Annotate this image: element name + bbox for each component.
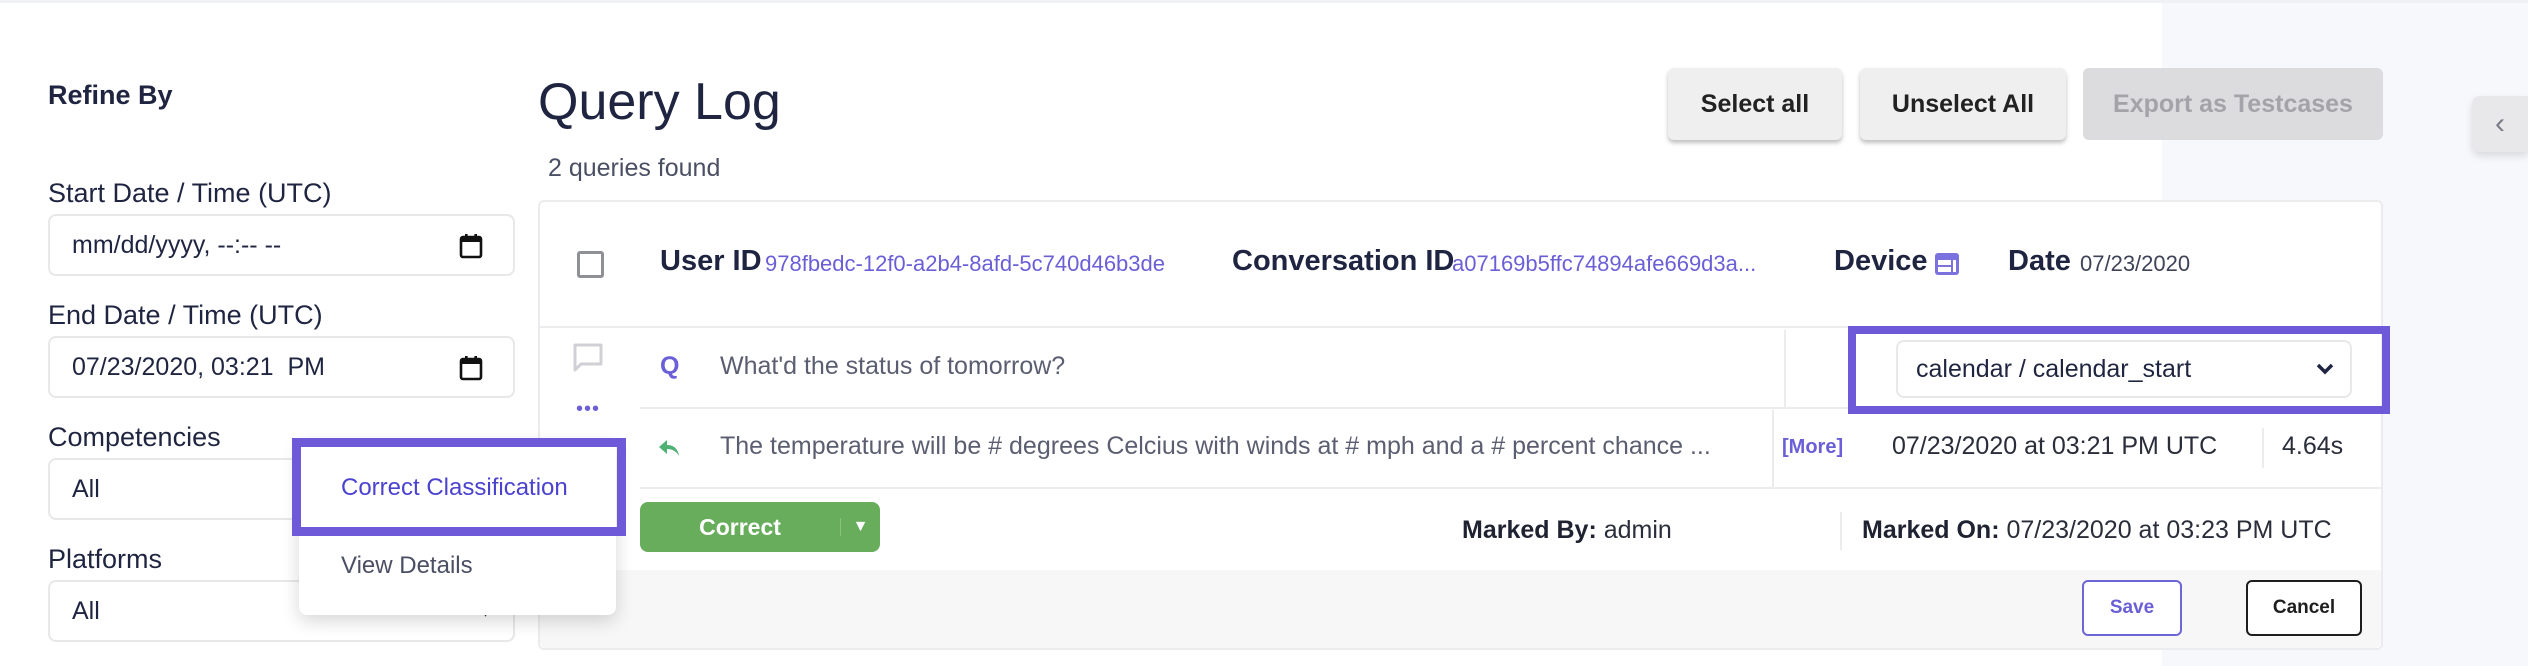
menu-item-view-details[interactable]: View Details	[341, 552, 473, 580]
comment-icon[interactable]	[572, 342, 604, 374]
caret-down-icon: ▼	[840, 518, 880, 536]
page-title: Query Log	[538, 73, 781, 131]
refine-by-heading: Refine By	[48, 80, 173, 110]
chevron-left-icon: ‹	[2495, 107, 2505, 140]
calendar-icon[interactable]	[459, 233, 483, 259]
device-label: Device	[1834, 245, 1928, 277]
query-count: 2 queries found	[548, 154, 721, 182]
start-date-value: mm/dd/yyyy, --:-- --	[72, 230, 282, 259]
more-link[interactable]: [More]	[1782, 436, 1843, 459]
select-all-button[interactable]: Select all	[1668, 68, 1842, 140]
competencies-value: All	[72, 474, 100, 503]
more-options-icon[interactable]: •••	[576, 399, 600, 419]
chevron-down-icon	[2316, 363, 2334, 375]
marked-by-label: Marked By:	[1462, 516, 1597, 544]
marked-on-label: Marked On:	[1862, 516, 2000, 544]
date-value: 07/23/2020	[2080, 251, 2191, 276]
reply-icon	[659, 440, 679, 456]
conversation-id-link[interactable]: a07169b5ffc74894afe669d3a...	[1452, 251, 1756, 277]
column-divider	[1840, 512, 1842, 550]
query-marker: Q	[660, 352, 680, 380]
response-text: The temperature will be # degrees Celciu…	[720, 432, 1711, 460]
conversation-id-label: Conversation ID	[1232, 245, 1455, 277]
save-button[interactable]: Save	[2082, 580, 2182, 636]
unselect-all-button[interactable]: Unselect All	[1860, 68, 2066, 140]
marked-by: Marked By: admin	[1462, 516, 1672, 545]
start-date-input[interactable]: mm/dd/yyyy, --:-- --	[48, 214, 515, 276]
column-divider	[1772, 410, 1774, 488]
export-testcases-button[interactable]: Export as Testcases	[2083, 68, 2383, 140]
row-divider	[640, 487, 2382, 489]
collapse-panel-button[interactable]: ‹	[2472, 96, 2528, 152]
calendar-icon[interactable]	[459, 355, 483, 381]
select-query-checkbox[interactable]	[577, 251, 604, 278]
marked-on-value: 07/23/2020 at 03:23 PM UTC	[2006, 516, 2332, 544]
device-icon	[1935, 253, 1959, 275]
cancel-button[interactable]: Cancel	[2246, 580, 2362, 636]
top-border	[0, 0, 2528, 3]
column-divider	[1784, 330, 1786, 408]
platforms-label: Platforms	[48, 544, 163, 574]
marked-by-value: admin	[1603, 516, 1672, 544]
response-duration: 4.64s	[2282, 432, 2344, 460]
user-id-link[interactable]: 978fbedc-12f0-a2b4-8afd-5c740d46b3de	[765, 251, 1165, 277]
competencies-label: Competencies	[48, 422, 221, 452]
marked-on: Marked On: 07/23/2020 at 03:23 PM UTC	[1862, 516, 2332, 545]
end-date-label: End Date / Time (UTC)	[48, 300, 323, 330]
status-dropdown-button[interactable]: Correct ▼	[640, 502, 880, 552]
menu-item-highlight	[292, 438, 626, 536]
platforms-value: All	[72, 596, 100, 625]
date-label: Date	[2008, 245, 2071, 277]
intent-value: calendar / calendar_start	[1916, 354, 2192, 383]
start-date-label: Start Date / Time (UTC)	[48, 178, 332, 208]
end-date-input[interactable]: 07/23/2020, 03:21 PM	[48, 336, 515, 398]
column-divider	[2262, 428, 2264, 468]
query-text: What'd the status of tomorrow?	[720, 352, 1066, 380]
response-timestamp: 07/23/2020 at 03:21 PM UTC	[1892, 432, 2218, 460]
end-date-value: 07/23/2020, 03:21 PM	[72, 352, 325, 381]
intent-select[interactable]: calendar / calendar_start	[1896, 340, 2352, 398]
user-id-label: User ID	[660, 245, 762, 277]
status-label: Correct	[699, 513, 781, 540]
